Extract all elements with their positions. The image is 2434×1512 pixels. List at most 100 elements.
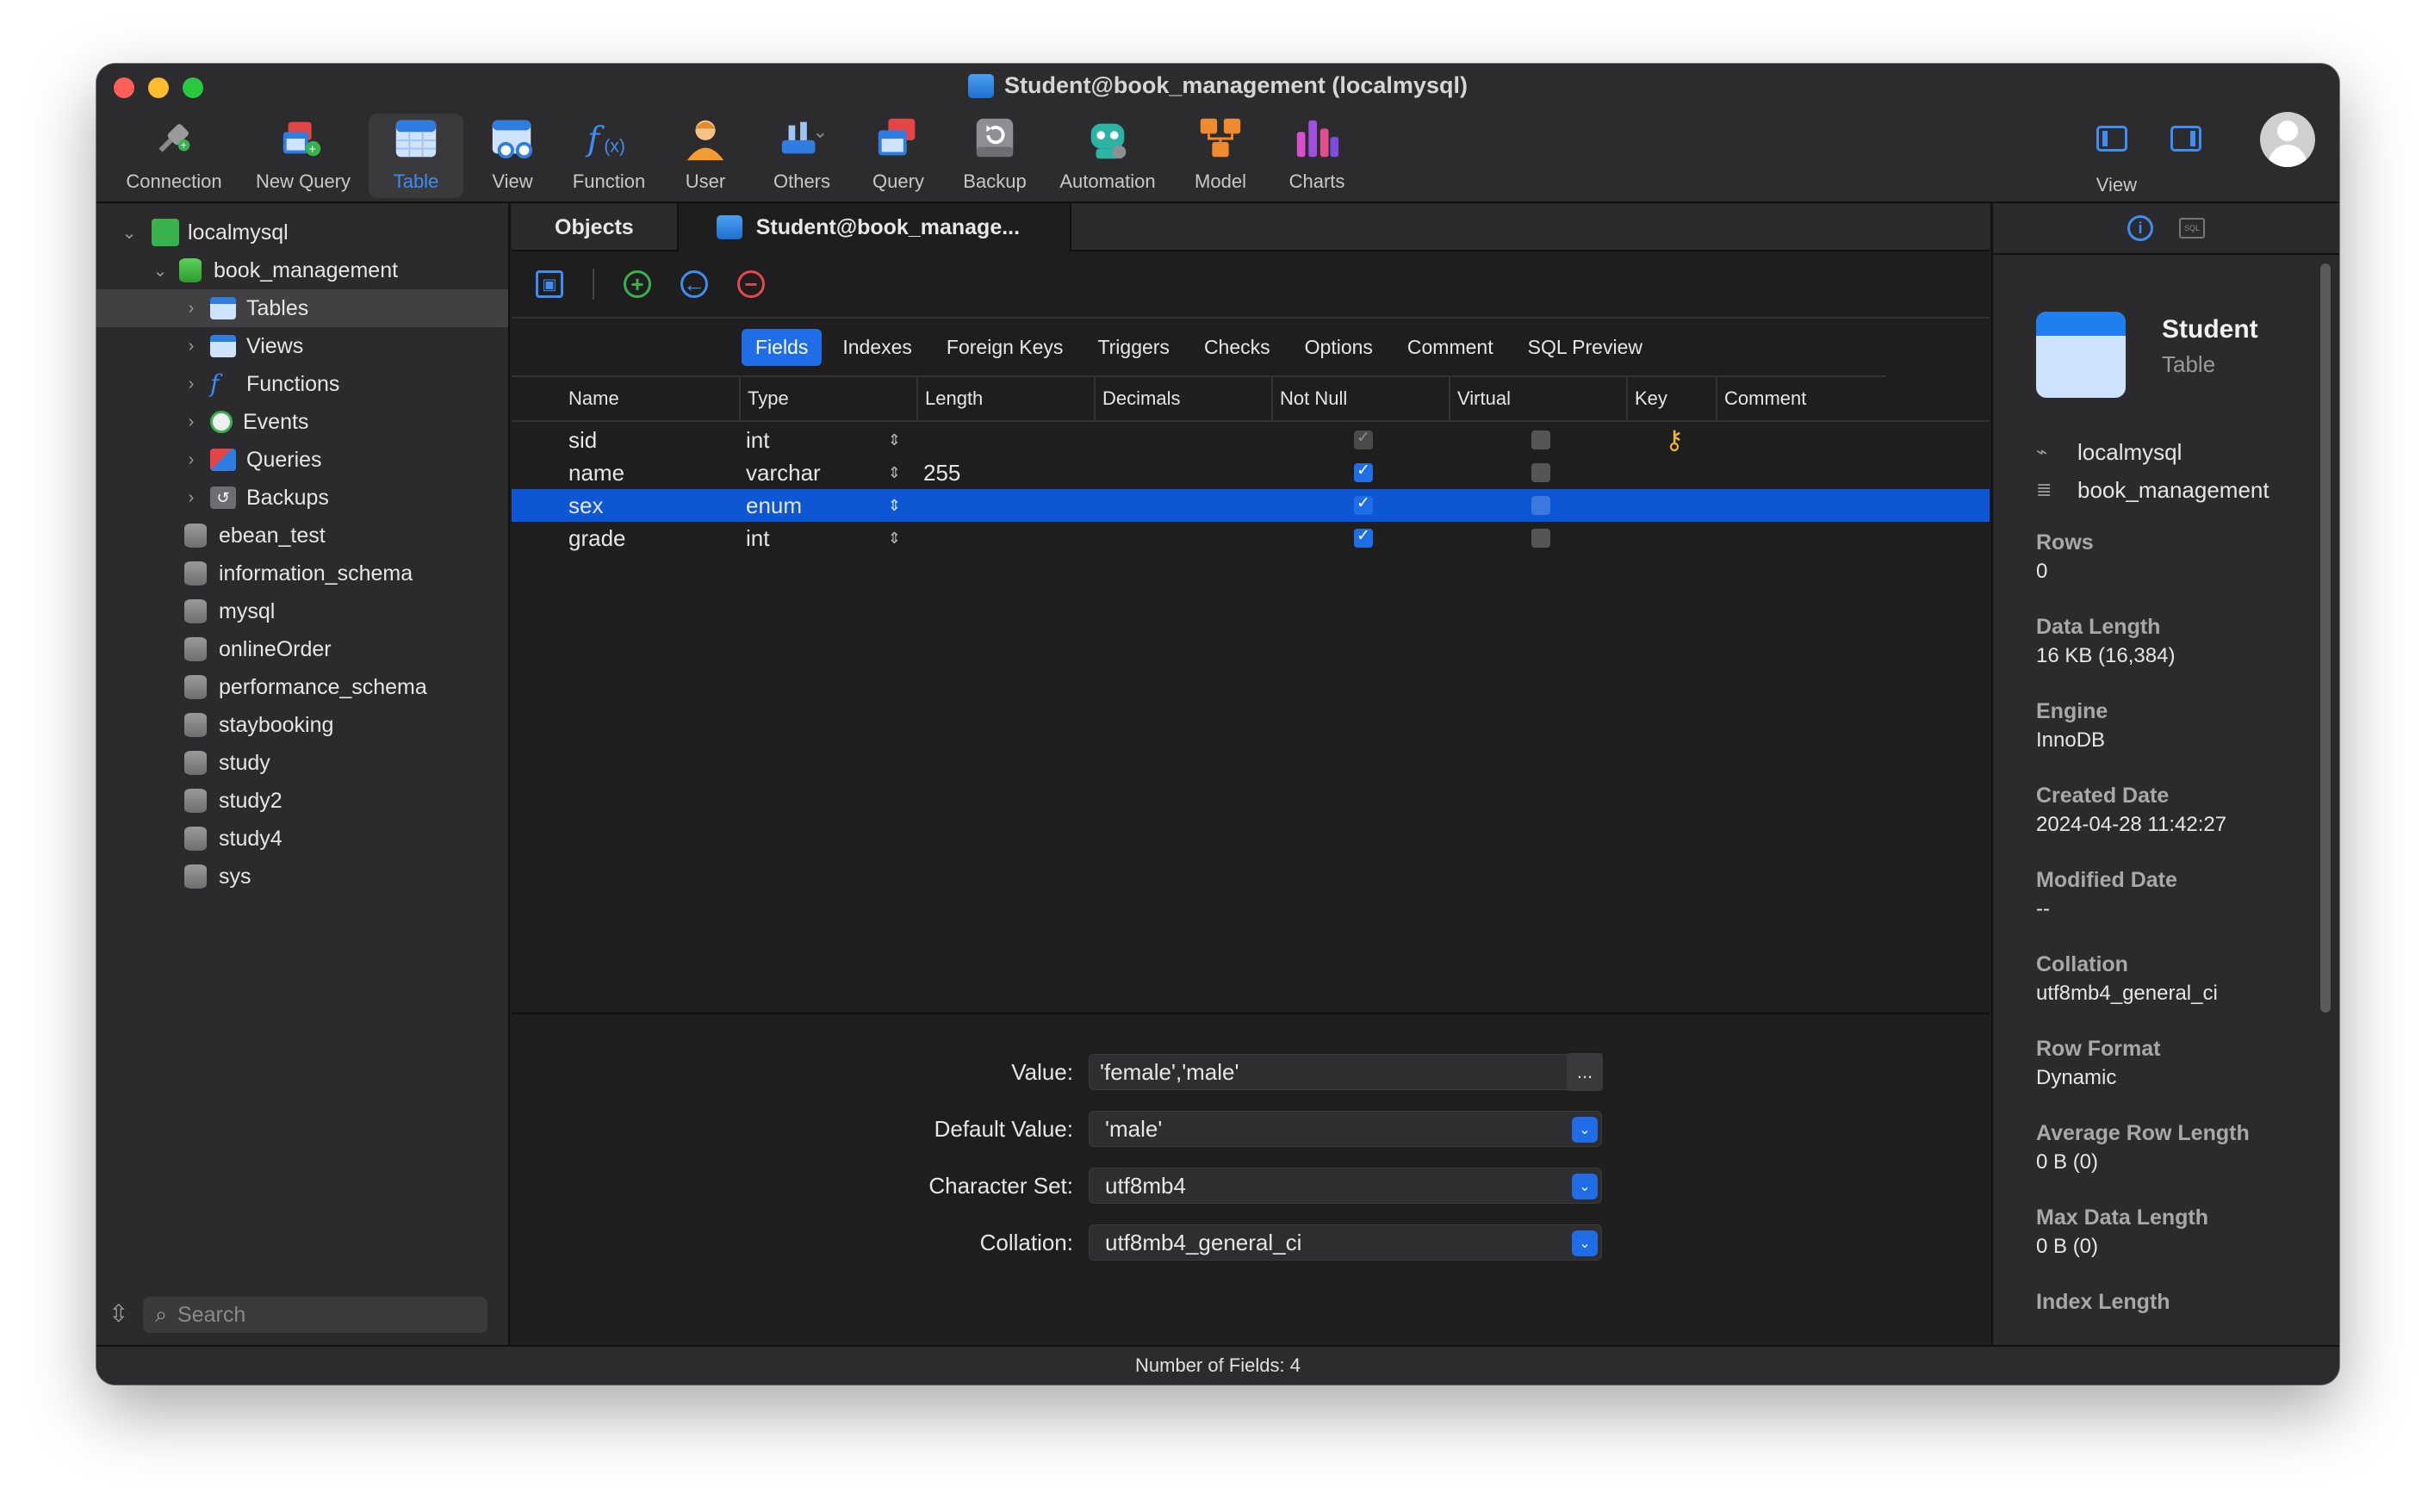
tab-student-table[interactable]: Student@book_manage... <box>678 203 1072 251</box>
tree-database[interactable]: performance_schema <box>96 668 508 706</box>
chevron-down-icon[interactable]: ⌄ <box>1572 1174 1598 1199</box>
toolbar-backup-button[interactable]: Backup <box>947 114 1042 198</box>
field-key[interactable] <box>1626 489 1716 522</box>
value-input[interactable]: 'female','male' ... <box>1089 1053 1603 1091</box>
save-icon[interactable]: ▣ <box>536 270 563 298</box>
field-decimals[interactable] <box>1094 522 1271 555</box>
subtab-foreign-keys[interactable]: Foreign Keys <box>933 329 1077 366</box>
field-length[interactable] <box>916 489 1094 522</box>
column-header-name[interactable]: Name <box>562 376 739 421</box>
field-type[interactable]: int ⇕ <box>739 424 916 456</box>
updown-stepper-icon[interactable]: ⇕ <box>888 464 901 482</box>
tree-database[interactable]: onlineOrder <box>96 630 508 668</box>
field-virtual[interactable] <box>1449 456 1626 489</box>
tree-database[interactable]: study2 <box>96 782 508 820</box>
field-comment[interactable] <box>1716 489 1990 522</box>
not-null-checkbox[interactable] <box>1354 461 1373 482</box>
field-decimals[interactable] <box>1094 489 1271 522</box>
field-key[interactable] <box>1626 456 1716 489</box>
tree-group-views[interactable]: › Views <box>96 327 508 365</box>
subtab-triggers[interactable]: Triggers <box>1084 329 1183 366</box>
subtab-indexes[interactable]: Indexes <box>829 329 926 366</box>
delete-field-icon[interactable]: − <box>737 270 765 298</box>
table-row[interactable]: name varchar ⇕ 255 <box>512 456 1990 489</box>
column-header-decimals[interactable]: Decimals <box>1094 376 1271 421</box>
toolbar-user-button[interactable]: User <box>658 114 753 198</box>
toolbar-function-button[interactable]: f (x) Function <box>562 114 656 198</box>
tab-objects[interactable]: Objects <box>512 203 679 251</box>
tree-connection-localmysql[interactable]: ⌄ localmysql <box>96 214 508 251</box>
default-value-combobox[interactable]: 'male' ⌄ <box>1089 1111 1602 1147</box>
field-virtual[interactable] <box>1449 424 1626 456</box>
subtab-comment[interactable]: Comment <box>1394 329 1507 366</box>
tree-group-functions[interactable]: › f Functions <box>96 365 508 403</box>
chevron-right-icon[interactable]: › <box>181 299 202 319</box>
field-comment[interactable] <box>1716 424 1990 456</box>
toolbar-view-button[interactable]: View <box>465 114 560 198</box>
sidebar-search-input[interactable]: ⌕ Search <box>143 1297 487 1333</box>
chevron-down-icon[interactable]: ⌄ <box>1572 1117 1598 1143</box>
field-name[interactable]: sid <box>562 424 739 456</box>
right-panel-toggle-icon[interactable] <box>2170 126 2201 152</box>
tree-group-queries[interactable]: › Queries <box>96 441 508 479</box>
field-key[interactable] <box>1626 522 1716 555</box>
tree-database-book-management[interactable]: ⌄ book_management <box>96 251 508 289</box>
left-panel-toggle-icon[interactable] <box>2096 126 2127 152</box>
tree-group-events[interactable]: › Events <box>96 403 508 441</box>
add-field-icon[interactable]: + <box>624 270 651 298</box>
chevron-down-icon[interactable]: ⌄ <box>150 260 171 282</box>
virtual-checkbox[interactable] <box>1531 529 1550 548</box>
field-decimals[interactable] <box>1094 424 1271 456</box>
field-virtual[interactable] <box>1449 489 1626 522</box>
field-not-null[interactable] <box>1271 522 1449 555</box>
chevron-right-icon[interactable]: › <box>181 337 202 356</box>
table-row[interactable]: grade int ⇕ <box>512 522 1990 555</box>
field-length[interactable] <box>916 424 1094 456</box>
tree-database[interactable]: study4 <box>96 820 508 858</box>
subtab-checks[interactable]: Checks <box>1190 329 1284 366</box>
toolbar-table-button[interactable]: Table <box>369 114 463 198</box>
field-name[interactable]: name <box>562 456 739 489</box>
table-row[interactable]: sid int ⇕ ⚷ <box>512 424 1990 456</box>
updown-stepper-icon[interactable]: ⇕ <box>888 431 901 449</box>
chevron-right-icon[interactable]: › <box>181 412 202 432</box>
updown-stepper-icon[interactable]: ⇕ <box>888 530 901 548</box>
toolbar-others-button[interactable]: Others <box>754 114 849 198</box>
field-virtual[interactable] <box>1449 522 1626 555</box>
chevron-down-icon[interactable]: ⌄ <box>119 222 140 244</box>
field-decimals[interactable] <box>1094 456 1271 489</box>
chevron-right-icon[interactable]: › <box>181 450 202 470</box>
field-name[interactable]: sex <box>562 489 739 522</box>
not-null-checkbox[interactable] <box>1354 526 1373 548</box>
tree-database[interactable]: mysql <box>96 592 508 630</box>
toolbar-model-button[interactable]: Model <box>1173 114 1268 198</box>
field-type[interactable]: enum ⇕ <box>739 489 916 522</box>
value-edit-button[interactable]: ... <box>1567 1053 1603 1091</box>
chevron-right-icon[interactable]: › <box>181 375 202 394</box>
column-header-comment[interactable]: Comment <box>1716 376 1990 421</box>
table-row-selected[interactable]: sex enum ⇕ <box>512 489 1990 522</box>
character-set-select[interactable]: utf8mb4 ⌄ <box>1089 1168 1602 1204</box>
updown-stepper-icon[interactable]: ⇕ <box>888 497 901 515</box>
subtab-options[interactable]: Options <box>1291 329 1387 366</box>
field-not-null[interactable] <box>1271 424 1449 456</box>
tree-group-backups[interactable]: › ↺ Backups <box>96 479 508 517</box>
field-type[interactable]: int ⇕ <box>739 522 916 555</box>
toolbar-connection-button[interactable]: + Connection <box>110 114 238 198</box>
collation-select[interactable]: utf8mb4_general_ci ⌄ <box>1089 1224 1602 1261</box>
subtab-fields[interactable]: Fields <box>742 328 823 366</box>
not-null-checkbox[interactable] <box>1354 428 1373 449</box>
column-header-not-null[interactable]: Not Null <box>1271 376 1449 421</box>
field-comment[interactable] <box>1716 522 1990 555</box>
field-type[interactable]: varchar ⇕ <box>739 456 916 489</box>
account-avatar[interactable] <box>2260 112 2315 167</box>
chevron-down-icon[interactable]: ⌄ <box>1572 1230 1598 1256</box>
tree-database[interactable]: ebean_test <box>96 517 508 555</box>
insert-field-icon[interactable]: ← <box>680 270 708 298</box>
field-key[interactable]: ⚷ <box>1626 424 1716 456</box>
tree-database[interactable]: sys <box>96 858 508 895</box>
field-not-null[interactable] <box>1271 489 1449 522</box>
field-length[interactable] <box>916 522 1094 555</box>
virtual-checkbox[interactable] <box>1531 496 1550 515</box>
column-header-key[interactable]: Key <box>1626 376 1716 421</box>
